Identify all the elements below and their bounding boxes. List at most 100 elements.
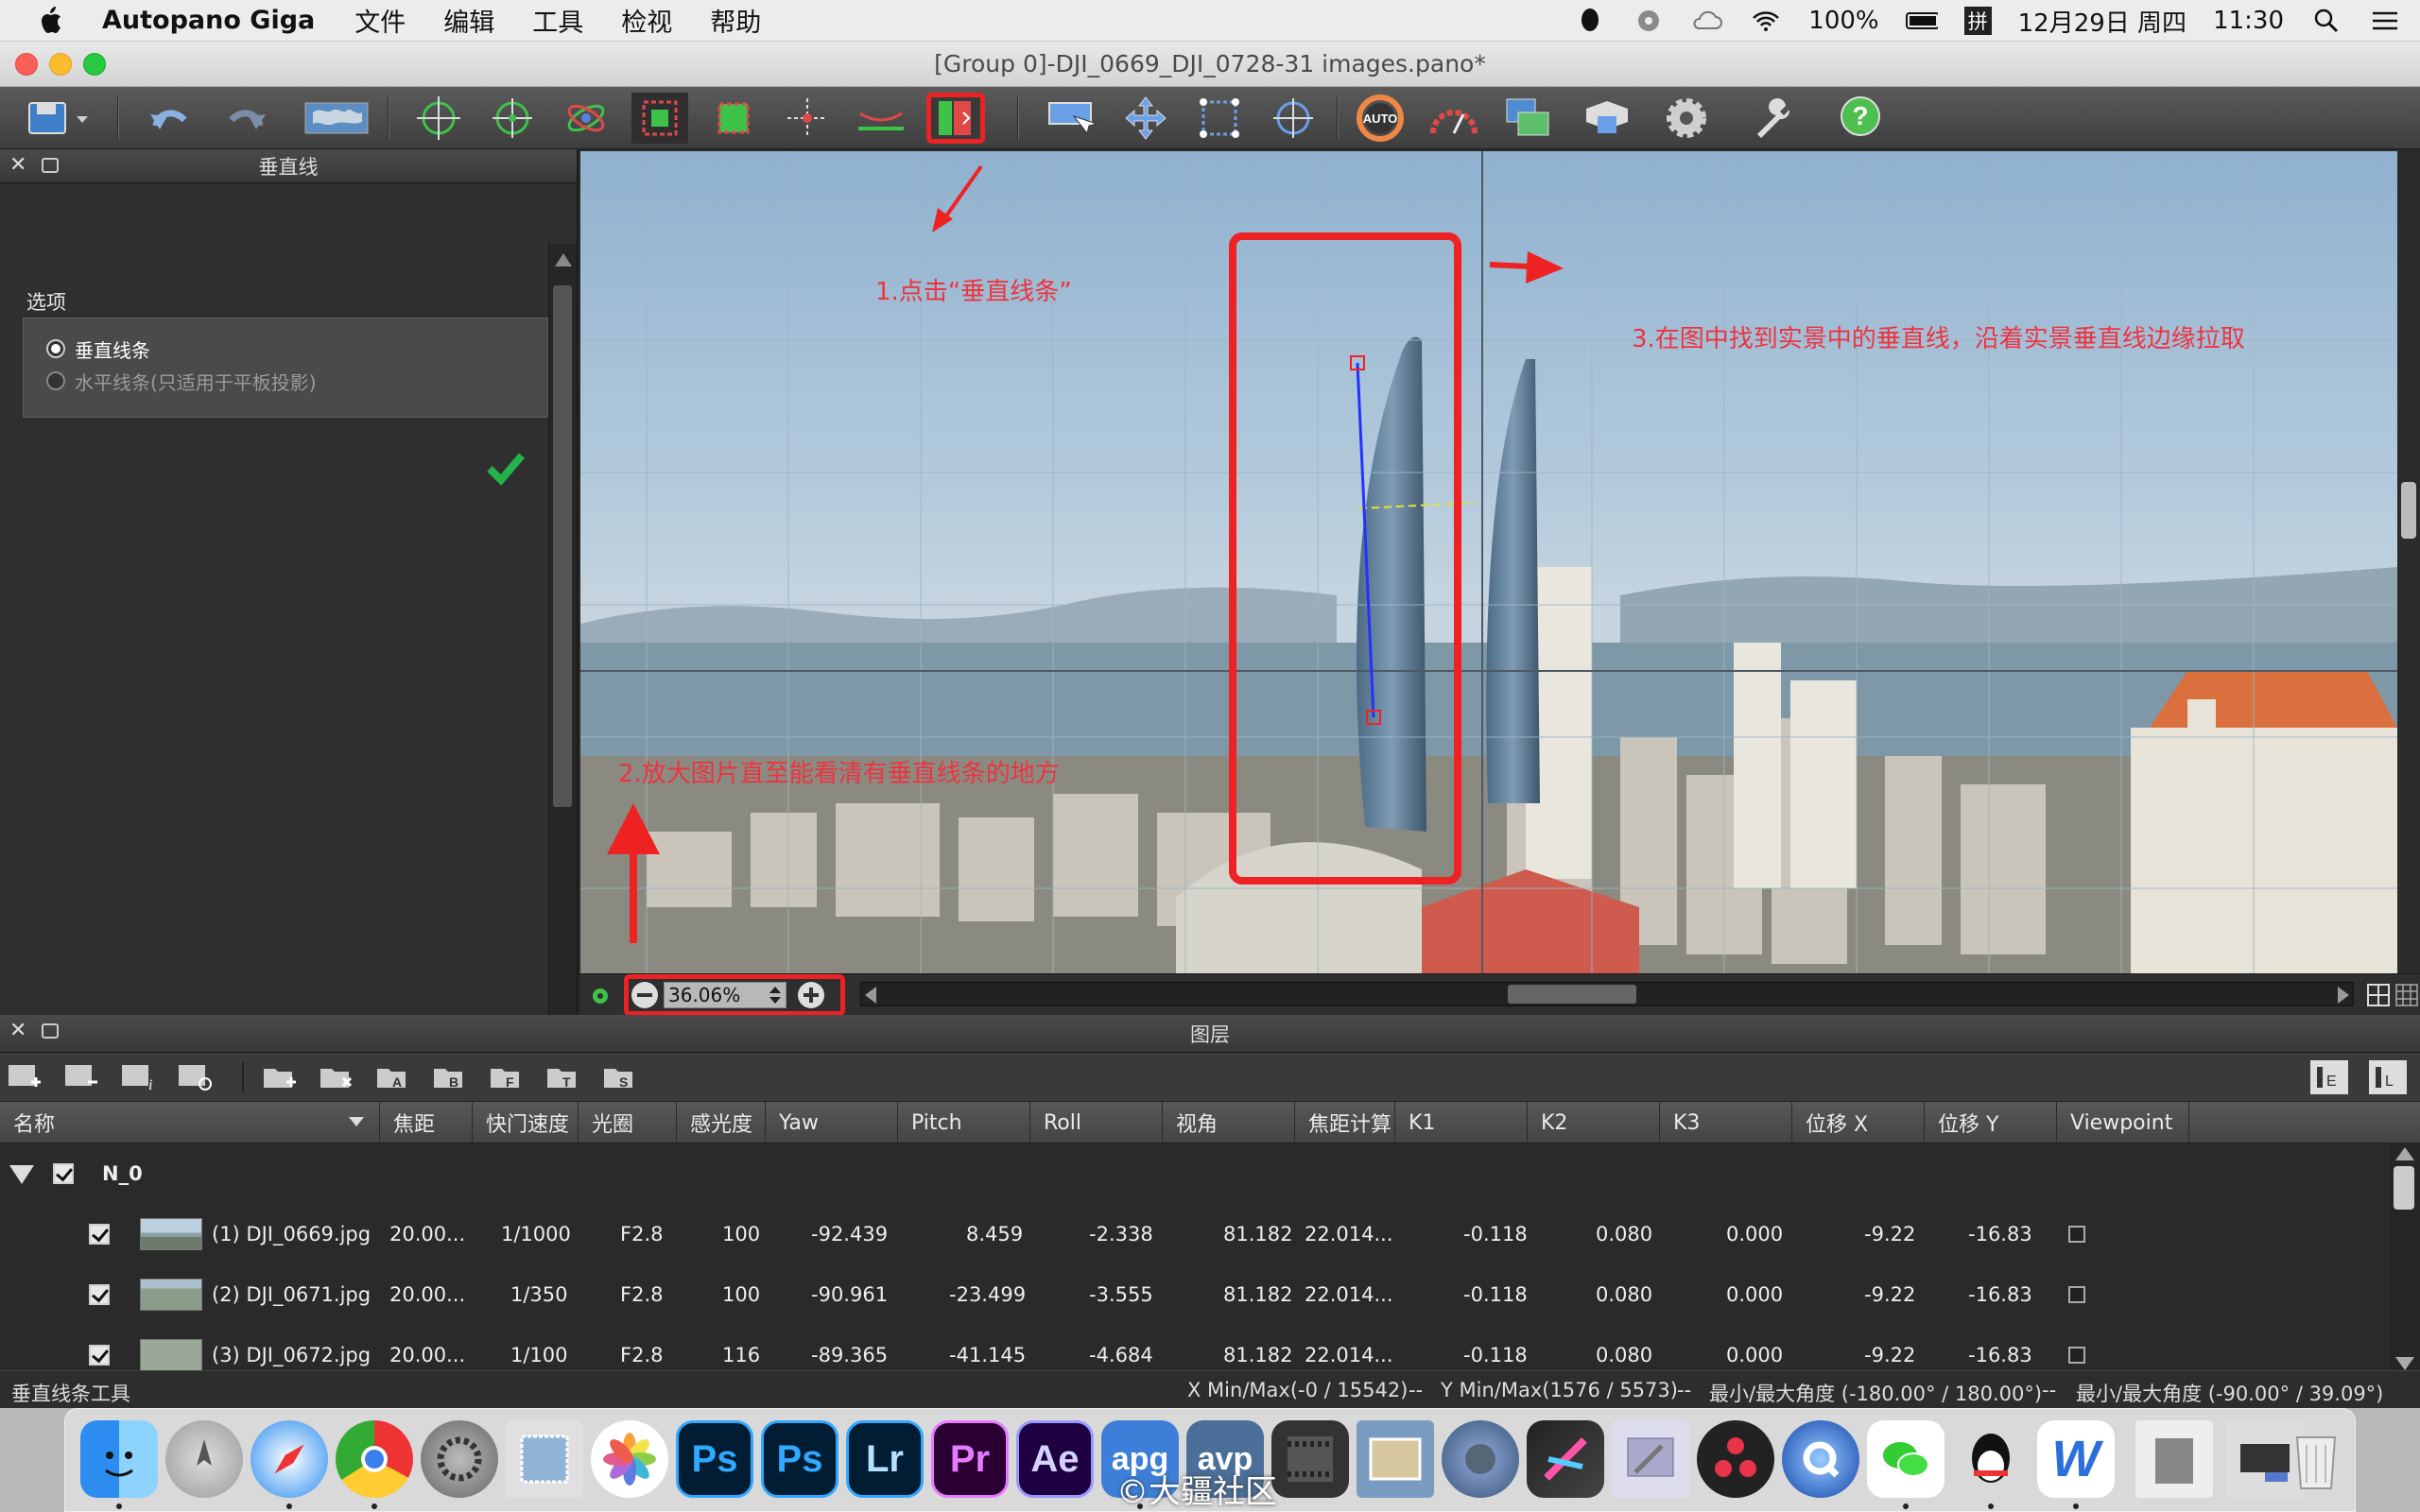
zoom-out-button[interactable] [630,980,660,1014]
select-tool-icon[interactable] [1044,93,1100,144]
crop-icon[interactable] [705,93,762,144]
menu-tools[interactable]: 工具 [532,2,583,39]
col-viewpoint[interactable]: Viewpoint [2057,1102,2189,1143]
premiere-icon[interactable]: Pr [931,1420,1009,1498]
downloads-stack-icon[interactable] [2135,1420,2213,1498]
qq-icon[interactable] [1952,1420,2030,1498]
undo-icon[interactable] [142,93,199,144]
safari-icon[interactable] [251,1420,328,1498]
image-edit-icon[interactable] [1499,93,1556,144]
add-image-icon[interactable] [6,1060,43,1094]
panel-scrollbar[interactable] [548,244,577,1034]
mail-stamp-icon[interactable] [506,1420,583,1498]
detach-layers-icon[interactable] [42,1023,59,1039]
col-iso[interactable]: 感光度 [677,1102,766,1143]
photos-icon[interactable] [591,1420,668,1498]
xcode-icon[interactable] [1612,1420,1689,1498]
group-row[interactable]: N_0 [0,1143,2390,1204]
col-k3[interactable]: K3 [1660,1102,1792,1143]
group-s-icon[interactable]: S [601,1060,639,1094]
save-menu-icon[interactable] [19,93,104,144]
menu-file[interactable]: 文件 [354,2,406,39]
canvas-horizontal-scrollbar[interactable] [860,982,2354,1006]
col-shutter[interactable]: 快门速度 [473,1102,579,1143]
set-center-icon[interactable] [779,93,836,144]
transform-tool-icon[interactable] [1191,93,1248,144]
horizontal-lines-radio[interactable] [46,371,65,390]
group-f-icon[interactable]: F [488,1060,526,1094]
finder-icon[interactable] [80,1420,158,1498]
canvas-vertical-scrollbar[interactable] [2397,151,2420,973]
col-k2[interactable]: K2 [1528,1102,1660,1143]
trash-icon[interactable] [2277,1420,2355,1498]
notification-center-icon[interactable] [2369,7,2401,35]
compressor-icon[interactable] [1442,1420,1519,1498]
menu-help[interactable]: 帮助 [710,2,761,39]
viewpoint-checkbox[interactable] [2068,1264,2085,1325]
quicktime-icon[interactable] [1782,1420,1859,1498]
color-gauge-icon[interactable] [1426,93,1482,144]
col-yaw[interactable]: Yaw [766,1102,898,1143]
move-tool-icon[interactable] [1117,93,1174,144]
row-checkbox[interactable] [89,1264,110,1325]
wifi-icon[interactable] [1750,7,1782,35]
remove-image-icon[interactable] [62,1060,100,1094]
close-layers-icon[interactable]: ✕ [9,1021,30,1041]
control-points-icon[interactable] [410,93,467,144]
system-preferences-icon[interactable] [421,1420,498,1498]
wrench-icon[interactable] [1745,93,1802,144]
image-info-icon[interactable]: i [119,1060,157,1094]
app-name-menu[interactable]: Autopano Giga [102,6,315,35]
col-name[interactable]: 名称 [0,1102,380,1143]
word-icon[interactable]: W [2037,1420,2115,1498]
menubar-date[interactable]: 12月29日 周四 [2018,4,2187,39]
view-settings-icon[interactable] [590,986,611,1010]
minimize-window-button[interactable] [49,53,72,76]
table-row[interactable]: (1) DJI_0669.jpg 20.00... 1/1000 F2.8 10… [0,1204,2390,1264]
table-row[interactable]: (2) DJI_0671.jpg 20.00... 1/350 F2.8 100… [0,1264,2390,1325]
cloud-status-icon[interactable] [1691,7,1723,35]
viewpoint-checkbox[interactable] [2068,1204,2085,1264]
split-view-icon[interactable] [2367,984,2390,1010]
settings-icon[interactable] [1658,93,1715,144]
launchpad-icon[interactable] [165,1420,243,1498]
group-a-icon[interactable]: A [374,1060,412,1094]
battery-icon[interactable] [1905,7,1938,35]
wechat-icon[interactable] [1867,1420,1945,1498]
col-focal-calc[interactable]: 焦距计算 [1295,1102,1395,1143]
redo-icon[interactable] [217,93,274,144]
group-t-icon[interactable]: T [544,1060,582,1094]
apply-checkmark-icon[interactable] [486,452,526,490]
film-app-icon[interactable] [1271,1420,1349,1498]
group-b-icon[interactable]: B [431,1060,469,1094]
vertical-lines-tool-button[interactable] [926,93,985,144]
render-icon[interactable] [1579,93,1635,144]
target-tool-icon[interactable] [1265,93,1322,144]
add-control-point-icon[interactable] [484,93,541,144]
expand-view-icon[interactable]: E [2310,1060,2348,1094]
final-cut-icon[interactable] [1527,1420,1604,1498]
apple-icon[interactable] [38,5,66,37]
orbit-icon[interactable] [558,93,614,144]
col-fov[interactable]: 视角 [1163,1102,1295,1143]
zoom-in-button[interactable] [796,980,826,1014]
delete-group-icon[interactable] [318,1060,355,1094]
close-panel-icon[interactable]: ✕ [9,155,30,176]
gear-status-icon[interactable] [1633,7,1665,35]
layers-scrollbar[interactable] [2390,1143,2420,1374]
row-checkbox[interactable] [89,1325,110,1374]
vertical-lines-radio[interactable] [46,339,65,358]
col-roll[interactable]: Roll [1030,1102,1163,1143]
list-view-icon[interactable]: L [2369,1060,2407,1094]
close-window-button[interactable] [15,53,38,76]
menu-edit[interactable]: 编辑 [443,2,494,39]
help-icon[interactable]: ? [1834,93,1891,144]
crop-auto-icon[interactable] [631,93,688,144]
table-row[interactable]: (3) DJI_0672.jpg 20.00... 1/100 F2.8 116… [0,1325,2390,1374]
detach-panel-icon[interactable] [42,158,59,173]
input-method-indicator[interactable]: 拼 [1963,7,1992,35]
photoshop-icon[interactable]: Ps [676,1420,753,1498]
after-effects-icon[interactable]: Ae [1016,1420,1094,1498]
col-focal[interactable]: 焦距 [380,1102,473,1143]
col-pitch[interactable]: Pitch [898,1102,1030,1143]
